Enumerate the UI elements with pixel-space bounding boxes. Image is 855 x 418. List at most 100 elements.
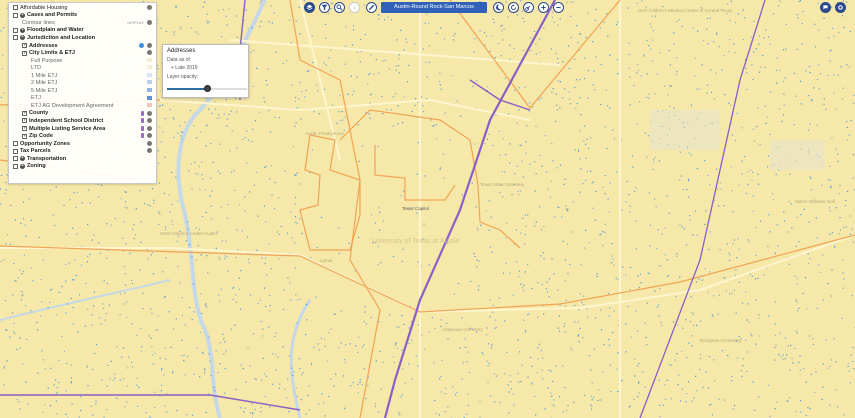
park	[650, 110, 720, 150]
map-label: Austin Presbyterian	[305, 131, 345, 136]
layer-checkbox[interactable]	[13, 148, 18, 154]
layer-label: Jurisdiction and Location	[27, 34, 96, 41]
layer-row-city-limits[interactable]: City Limits & ETJ	[9, 49, 156, 57]
gear-icon[interactable]	[147, 125, 152, 131]
gear-icon[interactable]	[147, 20, 152, 26]
measure-button[interactable]	[366, 2, 377, 13]
layer-label: Floodplain and Water	[27, 27, 84, 34]
pencil-icon[interactable]	[141, 133, 144, 139]
layer-row-etj[interactable]: ETJ	[9, 95, 156, 103]
layer-row-mls[interactable]: Multiple Listing Service Area	[9, 125, 156, 133]
layer-row-contour-lines[interactable]: Contour lines DISPLAY	[9, 19, 156, 27]
layer-checkbox[interactable]	[22, 126, 27, 132]
layer-label: Tax Parcels	[20, 148, 51, 155]
rotate-icon	[510, 4, 517, 11]
filter-button[interactable]	[319, 2, 330, 13]
layer-checkbox[interactable]	[13, 141, 18, 147]
layer-checkbox[interactable]	[22, 43, 27, 48]
gear-icon[interactable]	[147, 42, 152, 48]
layer-checkbox[interactable]	[22, 118, 27, 124]
theme-button[interactable]	[493, 2, 504, 13]
legend-swatch	[147, 88, 152, 93]
layer-checkbox[interactable]	[13, 163, 18, 169]
moon-icon	[496, 4, 502, 11]
expand-icon[interactable]: +	[20, 35, 25, 41]
link-button[interactable]	[523, 2, 534, 13]
legend-swatch	[147, 57, 152, 62]
layer-checkbox[interactable]	[22, 110, 27, 116]
ruler-icon	[368, 4, 375, 11]
pencil-icon[interactable]	[141, 118, 144, 124]
layer-row-affordable-housing[interactable]: Affordable Housing	[9, 4, 156, 12]
layer-checkbox[interactable]	[22, 133, 27, 139]
map-label: Seton Medical Center Austin	[160, 231, 217, 236]
layer-info-popup: Addresses Data as of: + Late 2019 Layer …	[162, 44, 249, 98]
layer-label: Independent School District	[29, 117, 104, 124]
gear-icon[interactable]	[147, 148, 152, 154]
layer-checkbox[interactable]	[22, 50, 27, 56]
layer-row-etj-ag[interactable]: ETJ AG Development Agreement	[9, 102, 156, 110]
map-label: University of Texas at Austin	[372, 238, 460, 245]
chat-button[interactable]	[820, 2, 831, 13]
opacity-slider-handle[interactable]	[204, 85, 211, 92]
layers-button[interactable]	[304, 2, 315, 13]
layer-label: Opportunity Zones	[20, 140, 71, 147]
layer-label: LTD	[31, 65, 42, 72]
layer-label: Full Purpose	[31, 57, 63, 64]
expand-icon[interactable]: +	[20, 156, 25, 162]
region-selector[interactable]: Austin-Round Rock-San Marcos	[381, 2, 487, 13]
reset-button[interactable]	[508, 2, 519, 13]
settings-button[interactable]	[835, 2, 846, 13]
map-label: Lamar	[320, 258, 333, 263]
gear-icon[interactable]	[147, 140, 152, 146]
gear-icon[interactable]	[147, 50, 152, 56]
layer-row-addresses[interactable]: Addresses	[9, 42, 156, 50]
gear-icon[interactable]	[147, 5, 152, 10]
layer-row-cases-permits[interactable]: + Cases and Permits	[9, 12, 156, 20]
layer-row-transportation[interactable]: + Transportation	[9, 155, 156, 163]
pencil-icon[interactable]	[141, 110, 144, 116]
expand-icon[interactable]: +	[20, 12, 25, 18]
layer-row-county[interactable]: County	[9, 110, 156, 118]
layer-row-zoning[interactable]: + Zoning	[9, 162, 156, 170]
expand-icon[interactable]: +	[20, 163, 25, 169]
layer-row-opportunity-zones[interactable]: Opportunity Zones	[9, 140, 156, 148]
expand-icon[interactable]: +	[20, 27, 25, 33]
layer-row-lto[interactable]: LTD	[9, 64, 156, 72]
gear-icon[interactable]	[147, 118, 152, 124]
layer-label: 1 Mile ETJ	[31, 72, 58, 79]
layer-row-floodplain[interactable]: + Floodplain and Water	[9, 27, 156, 35]
search-button[interactable]	[334, 2, 345, 13]
layer-label: Multiple Listing Service Area	[29, 125, 106, 132]
layer-label: Transportation	[27, 155, 67, 162]
layer-label: County	[29, 110, 49, 117]
map-label: Morris Williams Golf	[795, 199, 836, 204]
layers-icon	[306, 4, 313, 11]
layer-row-jurisdiction[interactable]: + Jurisdiction and Location	[9, 34, 156, 42]
layer-row-zip-code[interactable]: Zip Code	[9, 132, 156, 140]
legend-swatch	[147, 65, 152, 70]
layer-row-isd[interactable]: Independent School District	[9, 117, 156, 125]
layer-checkbox[interactable]	[13, 12, 18, 18]
layer-row-two-mile-etj[interactable]: 2 Mile ETJ	[9, 79, 156, 87]
layer-row-tax-parcels[interactable]: Tax Parcels	[9, 147, 156, 155]
pencil-icon[interactable]	[141, 125, 144, 131]
gear-icon[interactable]	[147, 133, 152, 139]
layer-row-full-purpose[interactable]: Full Purpose	[9, 57, 156, 65]
gear-icon[interactable]	[147, 110, 152, 116]
map-label: Oakwood Cemetery	[443, 327, 484, 332]
layer-row-five-mile-etj[interactable]: 5 Mile ETJ	[9, 87, 156, 95]
layer-label: 2 Mile ETJ	[31, 80, 58, 87]
zoom-out-button[interactable]	[553, 2, 564, 13]
opacity-slider[interactable]	[167, 85, 247, 92]
popup-data-value: + Late 2019	[171, 65, 198, 71]
layer-checkbox[interactable]	[13, 156, 18, 162]
info-button[interactable]	[349, 2, 360, 13]
layer-checkbox[interactable]	[13, 35, 18, 41]
layer-checkbox[interactable]	[13, 5, 18, 11]
popup-title: Addresses	[167, 48, 196, 54]
legend-swatch	[147, 80, 152, 85]
zoom-in-button[interactable]	[538, 2, 549, 13]
layer-checkbox[interactable]	[13, 27, 18, 33]
layer-row-one-mile-etj[interactable]: 1 Mile ETJ	[9, 72, 156, 80]
